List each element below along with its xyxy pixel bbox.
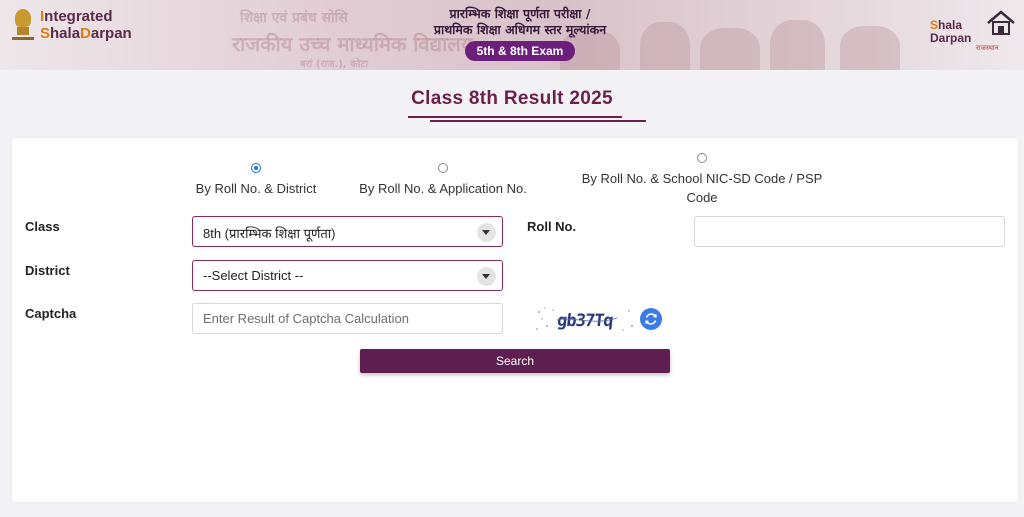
exam-title: प्रारम्भिक शिक्षा पूर्णता परीक्षा / प्रा… <box>400 6 640 61</box>
class-select[interactable]: 8th (प्रारम्भिक शिक्षा पूर्णता) <box>192 216 503 247</box>
exam-title-line1: प्रारम्भिक शिक्षा पूर्णता परीक्षा / <box>449 6 591 21</box>
heading-underline <box>430 120 646 122</box>
radio-button[interactable] <box>438 163 448 173</box>
roll-no-input[interactable] <box>694 216 1005 247</box>
radio-label: By Roll No. & Application No. <box>359 181 527 196</box>
exam-badge: 5th & 8th Exam <box>464 41 576 61</box>
house-icon <box>987 10 1015 35</box>
captcha-image: gb37Tq <box>533 304 637 334</box>
captcha-input[interactable] <box>192 303 503 334</box>
chevron-down-icon <box>477 223 496 242</box>
banner-photo-figure <box>770 20 825 70</box>
page-title: Class 8th Result 2025 <box>411 88 613 109</box>
banner-photo-figure <box>840 26 900 70</box>
captcha-label: Captcha <box>25 306 77 321</box>
heading-underline <box>408 116 622 118</box>
page-heading: Class 8th Result 2025 <box>0 88 1024 110</box>
search-button[interactable]: Search <box>360 349 670 373</box>
banner-photo-figure <box>640 22 690 70</box>
right-logo-subtitle: राजस्थान <box>976 44 999 52</box>
radio-label: By Roll No. & District <box>195 181 317 196</box>
refresh-captcha-button[interactable] <box>640 308 662 330</box>
radio-label: By Roll No. & School NIC-SD Code / PSP C… <box>581 171 823 205</box>
class-label: Class <box>25 219 60 234</box>
radio-button[interactable] <box>697 153 707 163</box>
district-select[interactable]: --Select District -- <box>192 260 503 291</box>
banner-background-text: शिक्षा एवं प्रबंध सोसि <box>240 10 348 26</box>
radio-button[interactable] <box>251 163 261 173</box>
brand-name: Integrated ShalaDarpan <box>40 8 132 42</box>
national-emblem-icon <box>12 9 34 41</box>
radio-option-roll-school-code[interactable]: By Roll No. & School NIC-SD Code / PSP C… <box>572 153 832 207</box>
right-logo-text: Shala <box>930 18 963 32</box>
shaladarpan-rajasthan-logo[interactable]: Shala Darpan राजस्थान <box>930 8 1016 52</box>
radio-option-roll-application[interactable]: By Roll No. & Application No. <box>352 163 534 198</box>
header-banner: शिक्षा एवं प्रबंध सोसि राजकीय उच्च माध्य… <box>0 0 1024 70</box>
integrated-shaladarpan-logo[interactable]: Integrated ShalaDarpan <box>12 8 132 42</box>
chevron-down-icon <box>477 267 496 286</box>
refresh-icon <box>645 313 657 325</box>
class-select-value: 8th (प्रारम्भिक शिक्षा पूर्णता) <box>203 226 336 241</box>
right-logo-text: Darpan <box>930 31 972 45</box>
district-label: District <box>25 263 70 278</box>
exam-title-line2: प्राथमिक शिक्षा अधिगम स्तर मूल्यांकन <box>433 22 607 37</box>
radio-option-roll-district[interactable]: By Roll No. & District <box>186 163 326 198</box>
roll-no-label: Roll No. <box>527 219 577 234</box>
district-select-value: --Select District -- <box>203 268 304 283</box>
banner-photo-figure <box>700 28 760 70</box>
banner-background-text: बरां (राज.), कोटा <box>300 59 369 70</box>
